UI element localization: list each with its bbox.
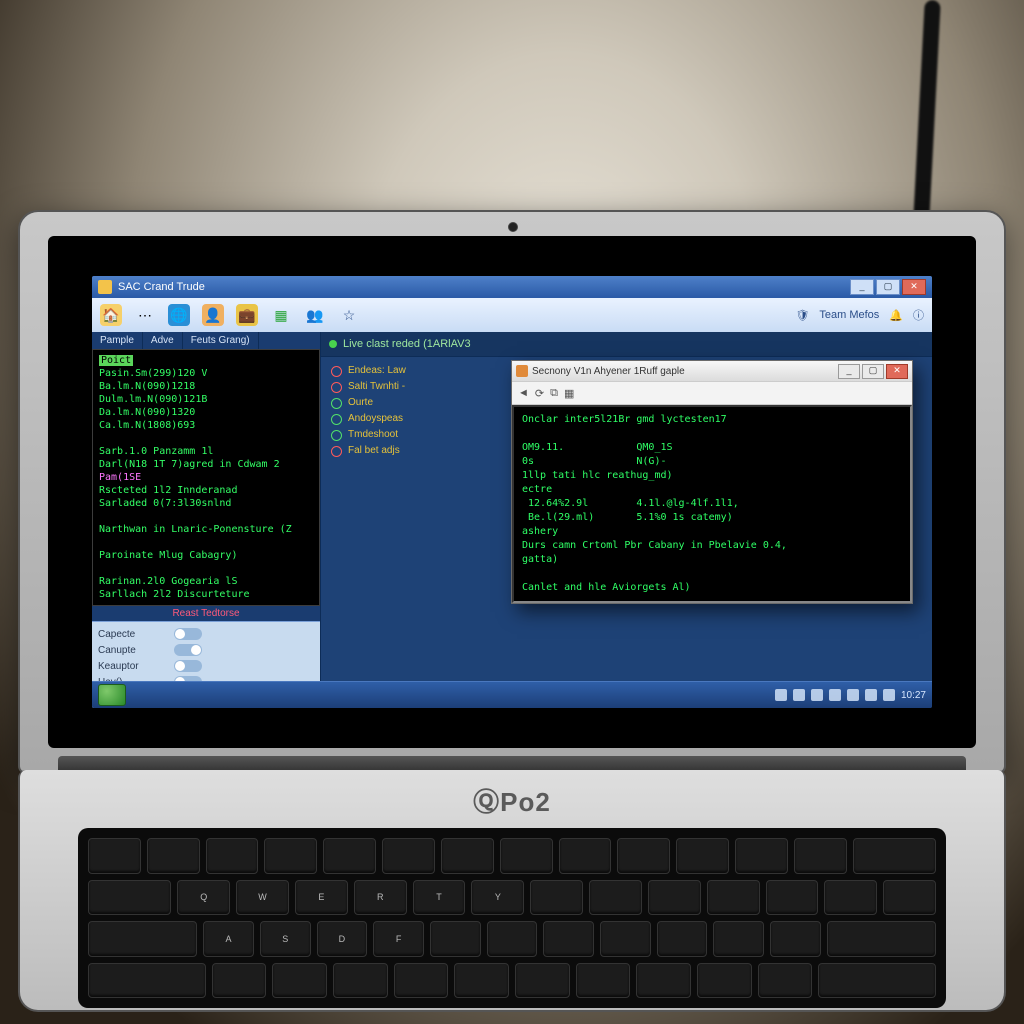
status-indicator-icon [331,398,342,409]
sidebar-terminal[interactable]: Poict Pasin.Sm(299)120 V Ba.lm.N(090)121… [92,349,320,606]
back-icon[interactable]: ◄ [518,387,529,399]
sidebar: Pample Adve Feuts Grang) Poict Pasin.Sm(… [92,332,321,682]
prop-label: Canupte [98,645,168,656]
popup-toolbar: ◄ ⟳ ⧉ ▦ [512,381,912,405]
clock[interactable]: 10:27 [901,690,926,701]
main-header: Live clast reded (1ARlAV3 [321,332,932,357]
prop-toggle[interactable] [174,628,202,640]
tray-icon[interactable] [847,689,859,701]
sidebar-tab-pample[interactable]: Pample [92,332,143,349]
desktop-screen: SAC Crand Trude _ ▢ ✕ 🏠 ⋯ 🌐 👤 💼 ▦ 👥 [92,276,932,708]
status-indicator-icon [331,366,342,377]
popup-titlebar[interactable]: Secnony V1n Ahyener 1Ruff gaple _ ▢ ✕ [512,361,912,381]
popup-maximize-button[interactable]: ▢ [862,364,884,379]
more-icon[interactable]: ⋯ [134,304,156,326]
main-toolbar: 🏠 ⋯ 🌐 👤 💼 ▦ 👥 ☆ 🛡 Team Mefos 🔔 ⓘ [92,298,932,333]
screen-bezel: SAC Crand Trude _ ▢ ✕ 🏠 ⋯ 🌐 👤 💼 ▦ 👥 [48,236,976,748]
prop-toggle[interactable] [174,660,202,672]
laptop-lid: SAC Crand Trude _ ▢ ✕ 🏠 ⋯ 🌐 👤 💼 ▦ 👥 [18,210,1006,774]
tray-icon[interactable] [775,689,787,701]
sidebar-tab-feuts[interactable]: Feuts Grang) [183,332,259,349]
laptop-logo: ⓆPo2 [473,782,551,819]
tray-icon[interactable] [793,689,805,701]
app-body: Pample Adve Feuts Grang) Poict Pasin.Sm(… [92,332,932,682]
popup-close-button[interactable]: ✕ [886,364,908,379]
status-indicator-icon [331,430,342,441]
home-icon[interactable]: 🏠 [100,304,122,326]
share-icon[interactable]: 👥 [304,304,326,326]
window-buttons: _ ▢ ✕ [850,279,926,295]
tray-icon[interactable] [829,689,841,701]
status-text: Salti Twnhti - [348,379,405,395]
briefcase-icon[interactable]: 💼 [236,304,258,326]
close-button[interactable]: ✕ [902,279,926,295]
window-title: SAC Crand Trude [118,281,205,293]
webcam [508,222,518,232]
popup-window[interactable]: Secnony V1n Ahyener 1Ruff gaple _ ▢ ✕ ◄ … [511,360,913,604]
star-icon[interactable]: ☆ [338,304,360,326]
user-icon[interactable]: 👤 [202,304,224,326]
popup-app-icon [516,365,528,377]
tray-icon[interactable] [811,689,823,701]
status-text: Ourte [348,395,373,411]
refresh-icon[interactable]: ⟳ [535,387,544,400]
main-panel: Live clast reded (1ARlAV3 Endeas: LawSal… [321,332,932,682]
status-text: Fal bet adjs [348,443,400,459]
status-text: Tmdeshoot [348,427,398,443]
status-indicator-icon [331,382,342,393]
popup-minimize-button[interactable]: _ [838,364,860,379]
popup-title: Secnony V1n Ahyener 1Ruff gaple [532,366,685,377]
main-header-title: Live clast reded (1ARlAV3 [343,338,471,350]
start-button[interactable] [98,684,126,706]
grid-icon[interactable]: ▦ [270,304,292,326]
reset-link[interactable]: Reast Tedtorse [92,606,320,621]
globe-icon[interactable]: 🌐 [168,304,190,326]
status-text: Andoyspeas [348,411,403,427]
info-icon[interactable]: ⓘ [913,307,924,323]
minimize-button[interactable]: _ [850,279,874,295]
sidebar-tab-adve[interactable]: Adve [143,332,183,349]
taskbar[interactable]: 10:27 [92,681,932,708]
shield-icon[interactable]: 🛡 [795,309,809,322]
prop-toggle[interactable] [174,644,202,656]
bell-icon[interactable]: 🔔 [889,309,903,322]
system-tray: 10:27 [775,689,926,701]
live-dot-icon [329,340,337,348]
status-indicator-icon [331,414,342,425]
sidebar-tabs: Pample Adve Feuts Grang) [92,332,320,349]
copy-icon[interactable]: ⧉ [550,387,558,400]
maximize-button[interactable]: ▢ [876,279,900,295]
grid-icon[interactable]: ▦ [564,387,574,400]
window-titlebar[interactable]: SAC Crand Trude _ ▢ ✕ [92,276,932,298]
laptop: SAC Crand Trude _ ▢ ✕ 🏠 ⋯ 🌐 👤 💼 ▦ 👥 [18,210,1006,1010]
prop-label: Capecte [98,629,168,640]
keyboard: QWERTY ASDF [78,828,946,1008]
app-icon [98,280,112,294]
tray-icon[interactable] [883,689,895,701]
prop-label: Keauptor [98,661,168,672]
tray-icon[interactable] [865,689,877,701]
team-label: Team Mefos [819,309,879,321]
status-text: Endeas: Law [348,363,406,379]
popup-terminal[interactable]: Onclar inter5l21Br gmd lyctesten17 OM9.1… [512,405,912,603]
status-indicator-icon [331,446,342,457]
